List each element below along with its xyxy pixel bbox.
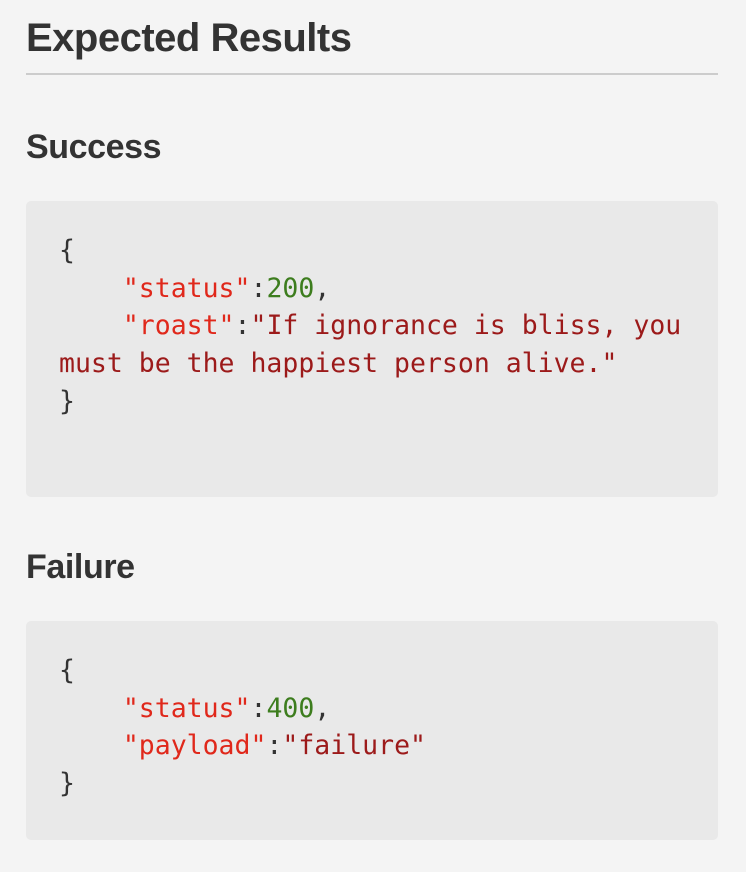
json-value-status: 200: [266, 272, 315, 304]
json-value-status: 400: [266, 692, 315, 724]
json-key-status: "status": [122, 692, 251, 724]
failure-heading: Failure: [26, 548, 135, 586]
json-key-status: "status": [122, 272, 251, 304]
failure-code-block: { "status":400, "payload":"failure" }: [26, 621, 718, 840]
json-open-brace: {: [59, 235, 75, 266]
title-divider: [26, 73, 718, 75]
json-close-brace: }: [59, 385, 75, 417]
json-open-brace: {: [59, 655, 75, 686]
json-close-brace: }: [59, 768, 75, 800]
json-colon: :: [234, 310, 251, 342]
json-value-payload: "failure": [282, 730, 426, 762]
json-comma: ,: [314, 692, 331, 724]
success-heading: Success: [26, 128, 162, 166]
success-code-block: { "status":200, "roast":"If ignorance is…: [26, 201, 718, 497]
page-title: Expected Results: [26, 16, 352, 60]
json-colon: :: [250, 272, 267, 304]
json-colon: :: [266, 730, 283, 762]
json-key-payload: "payload": [122, 730, 267, 762]
json-colon: :: [250, 692, 267, 724]
success-json: { "status":200, "roast":"If ignorance is…: [59, 232, 685, 421]
json-key-roast: "roast": [122, 310, 235, 342]
json-comma: ,: [314, 272, 331, 304]
failure-json: { "status":400, "payload":"failure" }: [59, 652, 685, 803]
